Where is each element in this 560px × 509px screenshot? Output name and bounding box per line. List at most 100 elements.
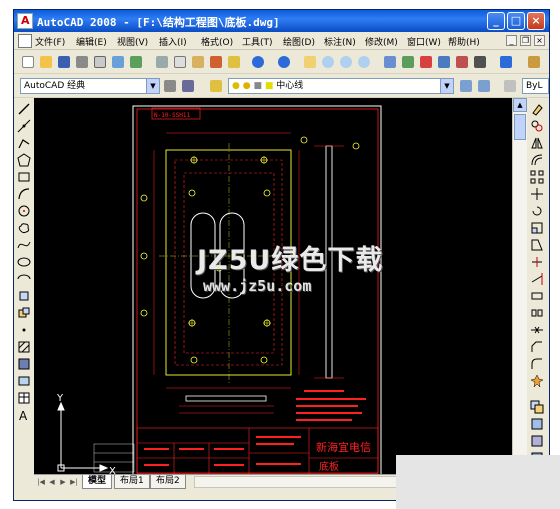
close-button[interactable]: ×: [527, 12, 545, 30]
next-tab-icon[interactable]: ▶: [58, 476, 68, 488]
cut-icon[interactable]: [154, 54, 170, 70]
maximize-button[interactable]: □: [507, 12, 525, 30]
polygon-icon[interactable]: [17, 153, 31, 167]
make-object-layer-current-icon[interactable]: [458, 78, 474, 94]
document-icon[interactable]: [18, 34, 32, 48]
design-center-icon[interactable]: [400, 54, 416, 70]
tab-model[interactable]: 模型: [82, 475, 113, 489]
zoom-realtime-icon[interactable]: [320, 54, 336, 70]
layer-manager-icon[interactable]: [208, 78, 224, 94]
tab-layout1[interactable]: 布局1: [114, 475, 150, 489]
menu-dimension[interactable]: 标注(N): [324, 35, 356, 48]
workspace-dropdown[interactable]: AutoCAD 经典 ▼: [20, 78, 160, 94]
autocad-app-icon[interactable]: [17, 13, 33, 29]
hatch-icon[interactable]: [17, 340, 31, 354]
match-properties-icon[interactable]: [208, 54, 224, 70]
doc-close-button[interactable]: ×: [534, 35, 545, 46]
menu-window[interactable]: 窗口(W): [407, 35, 441, 48]
group-icon[interactable]: [530, 417, 544, 431]
rotate-icon[interactable]: [530, 204, 544, 218]
spline-icon[interactable]: [17, 238, 31, 252]
minimize-button[interactable]: _: [487, 12, 505, 30]
menu-tools[interactable]: 工具(T): [242, 35, 273, 48]
plot-icon[interactable]: [74, 54, 90, 70]
line-icon[interactable]: [17, 102, 31, 116]
trim-icon[interactable]: [530, 255, 544, 269]
workspace-settings-icon[interactable]: [162, 78, 178, 94]
doc-minimize-button[interactable]: _: [506, 35, 517, 46]
plot-preview-icon[interactable]: [92, 54, 108, 70]
scroll-up-icon[interactable]: ▲: [513, 98, 527, 112]
tool-palettes-icon[interactable]: [418, 54, 434, 70]
extend-icon[interactable]: [530, 272, 544, 286]
layer-previous-icon[interactable]: [476, 78, 492, 94]
my-workspace-icon[interactable]: [180, 78, 196, 94]
3d-dwf-icon[interactable]: [128, 54, 144, 70]
layer-dropdown[interactable]: ● ● ■ ■ 中心线 ▼: [228, 78, 454, 94]
multiline-text-icon[interactable]: A: [17, 408, 31, 422]
polyline-icon[interactable]: [17, 136, 31, 150]
refedit-icon[interactable]: [530, 434, 544, 448]
move-icon[interactable]: [530, 187, 544, 201]
join-icon[interactable]: [530, 323, 544, 337]
properties-icon[interactable]: [382, 54, 398, 70]
publish-icon[interactable]: [110, 54, 126, 70]
array-icon[interactable]: [530, 170, 544, 184]
markup-icon[interactable]: [454, 54, 470, 70]
color-control-icon[interactable]: [502, 78, 518, 94]
menu-insert[interactable]: 插入(I): [159, 35, 187, 48]
insert-block-icon[interactable]: [17, 289, 31, 303]
gradient-icon[interactable]: [17, 357, 31, 371]
stretch-icon[interactable]: [530, 238, 544, 252]
redo-icon[interactable]: [276, 54, 292, 70]
draw-order-icon[interactable]: [530, 400, 544, 414]
rectangle-icon[interactable]: [17, 170, 31, 184]
first-tab-icon[interactable]: |◀: [36, 476, 46, 488]
save-icon[interactable]: [56, 54, 72, 70]
copy-icon[interactable]: [172, 54, 188, 70]
arc-icon[interactable]: [17, 187, 31, 201]
menu-view[interactable]: 视图(V): [117, 35, 148, 48]
ellipse-arc-icon[interactable]: [17, 272, 31, 286]
open-file-icon[interactable]: [38, 54, 54, 70]
zoom-window-icon[interactable]: [338, 54, 354, 70]
scale-icon[interactable]: [530, 221, 544, 235]
region-icon[interactable]: [17, 374, 31, 388]
title-bar[interactable]: AutoCAD 2008 - [F:\结构工程图\底板.dwg] _ □ ×: [14, 10, 549, 32]
menu-file[interactable]: 文件(F): [35, 35, 65, 48]
dimension-style-icon[interactable]: [526, 54, 542, 70]
calculator-icon[interactable]: [472, 54, 488, 70]
scroll-thumb[interactable]: [514, 114, 526, 140]
construction-line-icon[interactable]: [17, 119, 31, 133]
make-block-icon[interactable]: [17, 306, 31, 320]
vertical-scrollbar[interactable]: ▲: [512, 98, 527, 474]
point-icon[interactable]: [17, 323, 31, 337]
tab-layout2[interactable]: 布局2: [150, 475, 186, 489]
menu-modify[interactable]: 修改(M): [365, 35, 398, 48]
drawing-canvas[interactable]: N-10-SSH11 新海宜电信 底板 Y X JZ5U绿色下载 www.jz5…: [34, 98, 512, 474]
explode-icon[interactable]: [530, 374, 544, 388]
ellipse-icon[interactable]: [17, 255, 31, 269]
undo-icon[interactable]: [250, 54, 266, 70]
prev-tab-icon[interactable]: ◀: [47, 476, 57, 488]
sheet-set-icon[interactable]: [436, 54, 452, 70]
offset-icon[interactable]: [530, 153, 544, 167]
menu-draw[interactable]: 绘图(D): [283, 35, 315, 48]
last-tab-icon[interactable]: ▶|: [69, 476, 79, 488]
color-dropdown[interactable]: ByL: [522, 78, 549, 94]
pan-icon[interactable]: [302, 54, 318, 70]
doc-restore-button[interactable]: ❐: [520, 35, 531, 46]
fillet-icon[interactable]: [530, 357, 544, 371]
help-icon[interactable]: [498, 54, 514, 70]
menu-edit[interactable]: 编辑(E): [76, 35, 107, 48]
zoom-previous-icon[interactable]: [356, 54, 372, 70]
break-icon[interactable]: [530, 306, 544, 320]
table-icon[interactable]: [17, 391, 31, 405]
circle-icon[interactable]: [17, 204, 31, 218]
break-at-point-icon[interactable]: [530, 289, 544, 303]
erase-icon[interactable]: [530, 102, 544, 116]
paste-icon[interactable]: [190, 54, 206, 70]
block-editor-icon[interactable]: [226, 54, 242, 70]
menu-help[interactable]: 帮助(H): [448, 35, 480, 48]
new-file-icon[interactable]: [20, 54, 36, 70]
